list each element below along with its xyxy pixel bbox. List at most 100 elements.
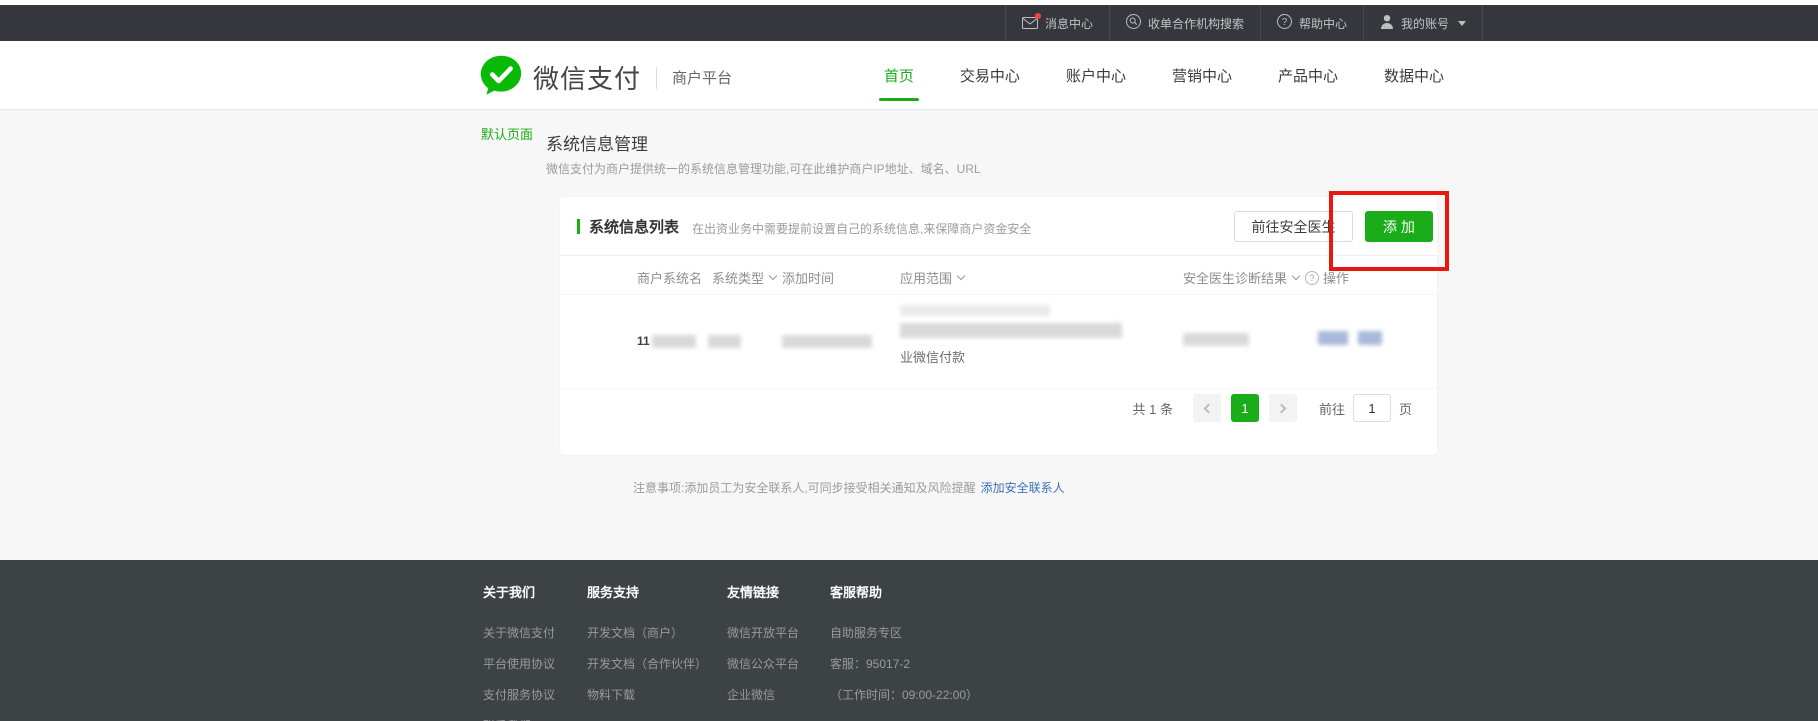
redacted-text-block (900, 305, 1050, 316)
footer-link[interactable]: 微信开放平台 (727, 624, 799, 641)
scope-visible-text: 业微信付款 (900, 347, 1122, 366)
table-header-row: 商户系统名 系统类型 添加时间 应用范围 安全医生诊断结果 ? (560, 256, 1437, 295)
column-header-scope[interactable]: 应用范围 (900, 268, 964, 287)
footer-link[interactable]: 物料下载 (587, 686, 707, 703)
green-accent-bar (577, 219, 580, 234)
pagination-total: 共 1 条 (1133, 399, 1173, 418)
brand-name: 微信支付 (533, 59, 641, 96)
main-area: 默认页面 系统信息管理 微信支付为商户提供统一的系统信息管理功能,可在此维护商户… (0, 110, 1818, 560)
chevron-right-icon (1277, 403, 1287, 413)
search-icon (1126, 14, 1141, 32)
help-circle-icon[interactable]: ? (1305, 271, 1319, 285)
topbar-item-label: 消息中心 (1045, 15, 1093, 32)
cell-add-time (782, 335, 872, 353)
nav-item-marketing-center[interactable]: 营销中心 (1170, 57, 1234, 94)
nav-item-data-center[interactable]: 数据中心 (1382, 57, 1446, 94)
topbar: 消息中心 收单合作机构搜索 ? 帮助中心 我的账号 (0, 5, 1818, 41)
topbar-item-my-account[interactable]: 我的账号 (1363, 5, 1483, 41)
site-header: 微信支付 商户平台 首页 交易中心 账户中心 营销中心 产品中心 数据中心 (0, 41, 1818, 110)
topbar-menu: 消息中心 收单合作机构搜索 ? 帮助中心 我的账号 (1005, 5, 1483, 41)
footer-link[interactable]: 支付服务协议 (483, 686, 555, 703)
brand: 微信支付 商户平台 (479, 53, 732, 102)
topbar-item-message-center[interactable]: 消息中心 (1005, 5, 1109, 41)
column-header-add-time: 添加时间 (782, 268, 834, 287)
footer-link[interactable]: 平台使用协议 (483, 655, 555, 672)
footer-text: 客服：95017-2 (830, 655, 978, 672)
redacted-action-link[interactable] (1318, 331, 1348, 345)
help-icon: ? (1277, 14, 1292, 32)
topbar-item-label: 帮助中心 (1299, 15, 1347, 32)
nav-item-transaction-center[interactable]: 交易中心 (958, 57, 1022, 94)
column-header-system-name: 商户系统名 (637, 268, 702, 287)
table-row: 11 业微信付款 (560, 295, 1437, 389)
chevron-down-icon (1292, 271, 1300, 279)
wechat-pay-logo (479, 53, 523, 102)
footer-link[interactable]: 联系我们 (483, 717, 555, 721)
redacted-text-block (782, 335, 872, 348)
topbar-item-help-center[interactable]: ? 帮助中心 (1260, 5, 1363, 41)
redacted-text-block (708, 335, 741, 348)
mail-icon (1022, 17, 1038, 29)
card-hint: 在出资业务中需要提前设置自己的系统信息,来保障商户资金安全 (692, 220, 1031, 237)
add-button[interactable]: 添 加 (1365, 211, 1433, 242)
footer-link[interactable]: 企业微信 (727, 686, 799, 703)
cell-diagnosis (1183, 333, 1249, 351)
cell-scope: 业微信付款 (900, 305, 1122, 366)
footer-column-about: 关于我们 关于微信支付 平台使用协议 支付服务协议 联系我们 (483, 582, 555, 721)
card-header: 系统信息列表 在出资业务中需要提前设置自己的系统信息,来保障商户资金安全 前往安… (560, 197, 1437, 256)
chevron-down-icon (769, 271, 777, 279)
footer-column-links: 友情链接 微信开放平台 微信公众平台 企业微信 (727, 582, 799, 717)
topbar-item-label: 收单合作机构搜索 (1148, 15, 1244, 32)
footer-column-support: 客服帮助 自助服务专区 客服：95017-2 （工作时间：09:00-22:00… (830, 582, 978, 717)
pagination: 共 1 条 1 前往 页 (1133, 393, 1413, 423)
footer-link[interactable]: 自助服务专区 (830, 624, 978, 641)
topbar-item-acquirer-search[interactable]: 收单合作机构搜索 (1109, 5, 1260, 41)
cell-system-type (708, 335, 741, 353)
footer-link[interactable]: 开发文档（商户） (587, 624, 707, 641)
page-subtitle: 微信支付为商户提供统一的系统信息管理功能,可在此维护商户IP地址、域名、URL (546, 160, 981, 177)
footer-column-service: 服务支持 开发文档（商户） 开发文档（合作伙伴） 物料下载 (587, 582, 707, 717)
prev-page-button[interactable] (1193, 394, 1221, 422)
footer: 关于我们 关于微信支付 平台使用协议 支付服务协议 联系我们 服务支持 开发文档… (0, 560, 1818, 721)
page-number-current[interactable]: 1 (1231, 394, 1259, 422)
system-info-card: 系统信息列表 在出资业务中需要提前设置自己的系统信息,来保障商户资金安全 前往安… (560, 197, 1437, 455)
footer-text: （工作时间：09:00-22:00） (830, 686, 978, 703)
goto-label: 前往 (1319, 399, 1345, 418)
add-security-contact-link[interactable]: 添加安全联系人 (981, 481, 1065, 495)
topbar-item-label: 我的账号 (1401, 15, 1449, 32)
cell-actions (1318, 331, 1382, 345)
redacted-text-block (652, 335, 696, 348)
brand-subtitle: 商户平台 (672, 67, 732, 88)
page-unit-label: 页 (1399, 399, 1412, 418)
security-doctor-button[interactable]: 前往安全医生 (1234, 211, 1353, 242)
redacted-text-block (900, 323, 1122, 338)
nav-item-account-center[interactable]: 账户中心 (1064, 57, 1128, 94)
main-nav: 首页 交易中心 账户中心 营销中心 产品中心 数据中心 (882, 41, 1446, 109)
unread-dot (1035, 13, 1041, 19)
nav-item-product-center[interactable]: 产品中心 (1276, 57, 1340, 94)
notice-text: 注意事项:添加员工为安全联系人,可同步接受相关通知及风险提醒添加安全联系人 (633, 479, 1065, 496)
footer-link[interactable]: 开发文档（合作伙伴） (587, 655, 707, 672)
redacted-action-link[interactable] (1358, 331, 1382, 345)
cell-system-name: 11 (637, 334, 696, 348)
chevron-left-icon (1204, 403, 1214, 413)
user-icon (1380, 14, 1394, 32)
chevron-down-icon (957, 271, 965, 279)
page-title: 系统信息管理 (546, 130, 648, 155)
column-header-diagnosis[interactable]: 安全医生诊断结果 ? (1183, 268, 1319, 287)
goto-page-input[interactable] (1353, 394, 1391, 422)
nav-item-home[interactable]: 首页 (882, 57, 916, 94)
column-header-system-type[interactable]: 系统类型 (712, 268, 776, 287)
footer-link[interactable]: 微信公众平台 (727, 655, 799, 672)
footer-link[interactable]: 关于微信支付 (483, 624, 555, 641)
goto-page-group: 前往 页 (1319, 394, 1412, 422)
next-page-button[interactable] (1269, 394, 1297, 422)
column-header-actions: 操作 (1323, 268, 1349, 287)
redacted-text-block (1183, 333, 1249, 346)
sidebar-item-default-page[interactable]: 默认页面 (481, 124, 533, 143)
card-title: 系统信息列表 (589, 216, 679, 237)
brand-divider (656, 67, 657, 89)
wechat-pay-merchant-page: 消息中心 收单合作机构搜索 ? 帮助中心 我的账号 (0, 0, 1818, 721)
chevron-down-icon (1458, 21, 1466, 26)
svg-text:?: ? (1282, 17, 1288, 28)
